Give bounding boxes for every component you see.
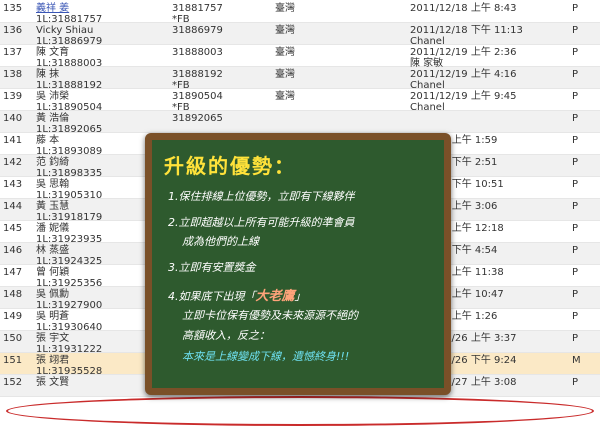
row-number: 135 <box>3 3 23 14</box>
member-name[interactable]: 義祥 姜 1L:31881757 <box>36 3 102 25</box>
row-number: 144 <box>3 201 23 212</box>
member-name: 吳 沛榮 1L:31890504 <box>36 91 103 113</box>
join-date: 2011/12/19 上午 2:36 陳 家敏 <box>410 47 517 69</box>
join-date: 2011/12/18 下午 11:13 Chanel <box>410 25 523 47</box>
member-name: 陳 文育 1L:31888003 <box>36 47 103 69</box>
row-number: 145 <box>3 223 23 234</box>
board-hot-word: 大老鷹 <box>255 289 295 304</box>
member-name: 黃 玉慧 1L:31918179 <box>36 201 103 223</box>
board-point-4: 4.如果底下出現「大老鷹」 <box>168 285 306 304</box>
table-row: 138 陳 抹 1L:31888192 31888192 *FB 臺灣 2011/12/19… <box>0 67 600 91</box>
member-status: P <box>572 311 579 322</box>
board-point-4c: 立即卡位保有優勢及未來源源不絕的 <box>182 309 358 322</box>
row-number: 138 <box>3 69 23 80</box>
member-status: P <box>572 377 579 388</box>
member-region: 臺灣 <box>275 3 295 14</box>
member-name: 黃 浩倫 1L:31892065 <box>36 113 103 135</box>
table-row: 136 Vicky Shiau 1L:31886979 31886979 臺灣 2011/… <box>0 23 600 47</box>
member-id: 31888192 *FB <box>172 69 223 91</box>
board-point-1: 1.保住排線上位優勢，立即有下線夥伴 <box>168 190 355 203</box>
member-name: 曾 何穎 1L:31925356 <box>36 267 103 289</box>
member-region: 臺灣 <box>275 91 295 102</box>
member-id: 31881757 *FB <box>172 3 223 25</box>
row-number: 141 <box>3 135 23 146</box>
member-status: P <box>572 135 579 146</box>
row-number: 150 <box>3 333 23 344</box>
row-number: 142 <box>3 157 23 168</box>
member-region: 臺灣 <box>275 25 295 36</box>
board-point-4d: 高額收入，反之： <box>182 329 270 342</box>
row-number: 148 <box>3 289 23 300</box>
row-number: 136 <box>3 25 23 36</box>
member-status: P <box>572 91 579 102</box>
member-status: P <box>572 25 579 36</box>
member-name: 吳 明蒼 1L:31930640 <box>36 311 103 333</box>
member-status: P <box>572 47 579 58</box>
member-status: P <box>572 113 579 124</box>
member-name: 藤 本 1L:31893089 <box>36 135 103 157</box>
member-status: M <box>572 355 581 366</box>
highlight-ellipse <box>6 396 594 426</box>
member-status: P <box>572 69 579 80</box>
join-date: 2011/12/19 上午 4:16 Chanel <box>410 69 517 91</box>
row-number: 137 <box>3 47 23 58</box>
board-point-4-text: 4.如果底下出現「 <box>168 290 256 303</box>
member-name: 林 蒸盛 1L:31924325 <box>36 245 103 267</box>
member-name: 潘 妮儀 1L:31923935 <box>36 223 103 245</box>
board-point-4e: 本來是上線變成下線，遺憾終身!!! <box>182 350 350 363</box>
row-number: 143 <box>3 179 23 190</box>
member-name: 吳 佩勳 1L:31927900 <box>36 289 103 311</box>
row-number: 140 <box>3 113 23 124</box>
row-number: 152 <box>3 377 23 388</box>
table-row: 137 陳 文育 1L:31888003 31888003 臺灣 2011/12/19 上… <box>0 45 600 69</box>
table-row: 139 吳 沛榮 1L:31890504 31890504 *FB 臺灣 2011/12/1… <box>0 89 600 113</box>
member-status: P <box>572 267 579 278</box>
board-point-4-close: 」 <box>294 290 306 303</box>
row-number: 146 <box>3 245 23 256</box>
board-point-3: 3.立即有安置獎金 <box>168 261 256 274</box>
member-name: 吳 思翰 1L:31905310 <box>36 179 103 201</box>
member-status: P <box>572 3 579 14</box>
member-name: 范 鈞綺 1L:31898335 <box>36 157 103 179</box>
member-status: P <box>572 333 579 344</box>
member-status: P <box>572 245 579 256</box>
table-row: 135 義祥 姜 1L:31881757 31881757 *FB 臺灣 2011/12/1… <box>0 1 600 25</box>
row-number: 147 <box>3 267 23 278</box>
member-id: 31892065 <box>172 113 223 124</box>
board-title: 升級的優勢： <box>164 154 296 178</box>
table-row: 140 黃 浩倫 1L:31892065 31892065 P <box>0 111 600 135</box>
chalkboard-overlay: 升級的優勢： 1.保住排線上位優勢，立即有下線夥伴 2.立即超越以上所有可能升級… <box>145 133 451 395</box>
member-name: 張 翊君 1L:31935528 <box>36 355 103 377</box>
member-region: 臺灣 <box>275 47 295 58</box>
row-number: 149 <box>3 311 23 322</box>
member-name: 張 文賢 <box>36 377 70 388</box>
member-status: P <box>572 179 579 190</box>
member-status: P <box>572 289 579 300</box>
member-name: 張 宇文 1L:31931222 <box>36 333 103 355</box>
member-name: Vicky Shiau 1L:31886979 <box>36 25 103 47</box>
member-status: P <box>572 201 579 212</box>
board-point-2: 2.立即超越以上所有可能升級的準會員 <box>168 216 355 229</box>
member-status: P <box>572 157 579 168</box>
member-name: 陳 抹 1L:31888192 <box>36 69 103 91</box>
member-status: P <box>572 223 579 234</box>
member-region: 臺灣 <box>275 69 295 80</box>
join-date: 2011/12/18 上午 8:43 <box>410 3 517 14</box>
member-id: 31886979 <box>172 25 223 36</box>
member-id: 31890504 *FB <box>172 91 223 113</box>
row-number: 151 <box>3 355 23 366</box>
member-id: 31888003 <box>172 47 223 58</box>
join-date: 2011/12/19 上午 9:45 Chanel <box>410 91 517 113</box>
board-point-2b: 成為他們的上線 <box>182 235 259 248</box>
row-number: 139 <box>3 91 23 102</box>
